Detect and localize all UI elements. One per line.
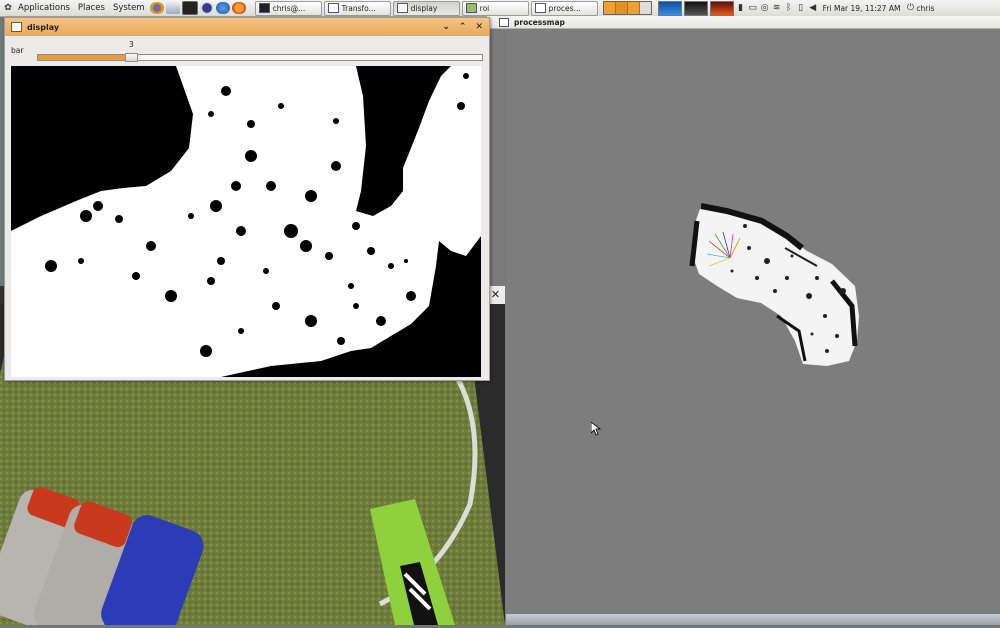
power-icon[interactable]: ⏻ [905, 3, 915, 14]
terminal-icon [258, 3, 270, 13]
display-title: display [27, 22, 60, 32]
trackbar-fill [38, 55, 132, 60]
wifi-icon[interactable]: ≋ [772, 3, 782, 14]
window-icon [499, 17, 509, 27]
top-panel: ✿ Applications Places System chris@... T… [0, 0, 1000, 17]
task-label: display [410, 3, 438, 13]
task-label: Transfo... [341, 3, 376, 13]
task-display[interactable]: display [392, 0, 460, 16]
occupancy-map [689, 203, 859, 366]
menu-system[interactable]: System [109, 0, 149, 16]
processmap-title: processmap [514, 17, 565, 27]
task-processmap[interactable]: proces... [530, 0, 598, 16]
map-canvas[interactable] [506, 29, 1000, 625]
window-icon [534, 3, 546, 13]
battery-icon[interactable]: ▯ [796, 3, 806, 14]
chrome-launcher-icon[interactable] [149, 2, 164, 14]
threshold-image: Thres [11, 66, 481, 377]
trackbar-slider[interactable] [37, 53, 483, 62]
bluetooth-icon[interactable]: ᛒ [784, 3, 794, 14]
processmap-titlebar[interactable]: processmap [487, 16, 1000, 29]
cpu-monitor[interactable] [657, 0, 682, 16]
load-monitor[interactable] [709, 0, 734, 16]
desktop-strip [506, 614, 1000, 625]
eclipse-launcher-icon[interactable] [199, 2, 214, 14]
gnome-foot-icon[interactable]: ✿ [3, 3, 13, 14]
image-icon [465, 3, 477, 13]
trackbar-value: 3 [129, 40, 134, 49]
terminal-launcher-icon[interactable] [181, 1, 198, 15]
firefox-launcher-icon[interactable] [231, 2, 246, 14]
leafpad-launcher-icon[interactable] [165, 2, 180, 14]
threshold-overlay-text: Thres [26, 329, 127, 373]
processmap-window: processmap [487, 16, 1000, 625]
menu-places[interactable]: Places [74, 0, 109, 16]
task-transform[interactable]: Transfo... [323, 0, 391, 16]
workspace-switcher[interactable] [602, 1, 652, 15]
user-menu[interactable]: chris [916, 4, 934, 13]
workspace-3[interactable] [627, 2, 640, 14]
task-label: chris@... [272, 3, 306, 13]
window-icon [11, 22, 22, 32]
window-icon [396, 3, 408, 13]
workspace-1[interactable] [603, 2, 616, 14]
clock[interactable]: Fri Mar 19, 11:27 AM [823, 4, 901, 13]
task-terminal[interactable]: chris@... [254, 0, 322, 16]
volume-icon[interactable]: ◀ [808, 3, 818, 14]
window-icon [327, 3, 339, 13]
display-titlebar[interactable]: display ⌄ ⌃ ✕ [5, 18, 489, 36]
mouse-pointer-icon [591, 422, 601, 436]
network-globe-icon[interactable]: ◎ [760, 3, 770, 14]
display-icon[interactable]: ▭ [748, 3, 758, 14]
memory-monitor[interactable] [683, 0, 708, 16]
workspace-2[interactable] [615, 2, 628, 14]
workspace-4[interactable] [639, 2, 651, 14]
task-label: roi [479, 3, 490, 13]
menu-applications[interactable]: Applications [14, 0, 74, 16]
task-label: proces... [548, 3, 581, 13]
menu-chevron-icon[interactable]: ⌄ [442, 22, 450, 32]
battery-monitor-icon[interactable]: ▮ [736, 3, 746, 14]
trackbar-label: bar [11, 46, 24, 55]
display-window: display ⌄ ⌃ ✕ bar 3 Thres [4, 17, 490, 381]
task-roi[interactable]: roi [461, 0, 529, 16]
network-launcher-icon[interactable] [215, 2, 230, 14]
minimize-icon[interactable]: ⌃ [459, 22, 467, 32]
trackbar-panel: bar 3 [5, 36, 489, 65]
close-icon[interactable]: ✕ [475, 22, 483, 32]
trackbar-handle[interactable] [125, 53, 139, 62]
